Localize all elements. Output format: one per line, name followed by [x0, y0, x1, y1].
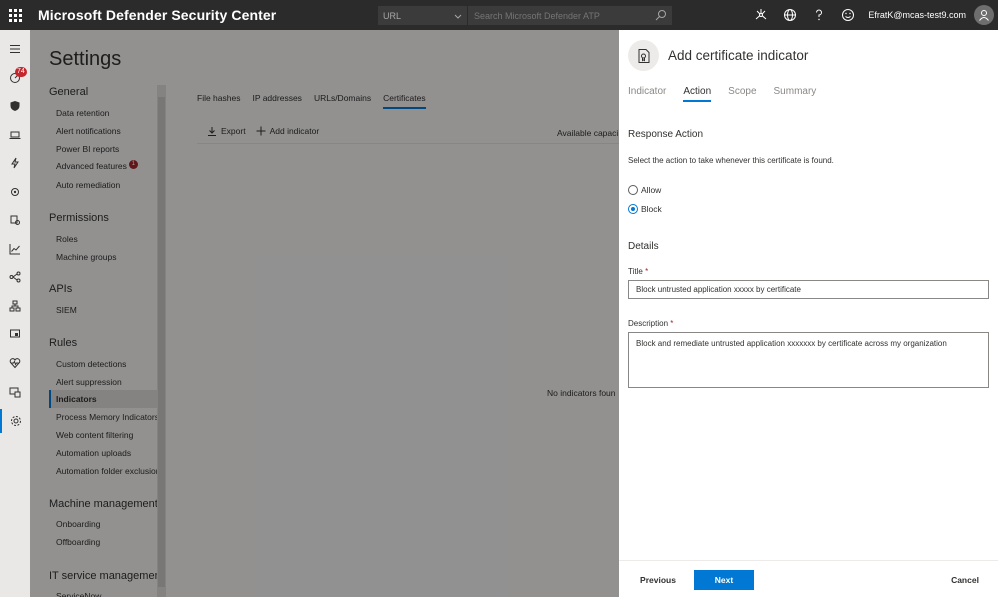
required-marker: * [645, 267, 649, 276]
rail-health[interactable] [0, 351, 30, 375]
rail-hunting[interactable] [0, 265, 30, 289]
top-right-icons: EfratK@mcas-test9.com [746, 0, 998, 30]
org-icon [9, 300, 21, 312]
search-scope-value: URL [383, 10, 402, 21]
menu-icon [10, 45, 20, 53]
community-button[interactable] [746, 0, 775, 30]
chevron-down-icon [454, 14, 462, 19]
next-button[interactable]: Next [694, 570, 754, 590]
settings-gear-icon [11, 416, 21, 426]
step-indicator[interactable]: Indicator [628, 86, 666, 102]
required-marker: * [670, 319, 674, 328]
lightning-icon [11, 157, 19, 169]
description-textarea[interactable]: Block and remediate untrusted applicatio… [628, 332, 989, 388]
rail-threat-analytics[interactable] [0, 180, 30, 204]
previous-button[interactable]: Previous [634, 570, 682, 590]
response-action-help: Select the action to take whenever this … [628, 156, 834, 165]
response-action-heading: Response Action [628, 129, 704, 140]
search-bar: URL [378, 6, 672, 25]
rail-dashboard[interactable]: 74 [0, 66, 30, 90]
description-field-label: Description * [628, 319, 673, 328]
user-icon [979, 10, 989, 21]
rail-partners[interactable] [0, 208, 30, 232]
step-summary[interactable]: Summary [774, 86, 817, 102]
eval-icon [9, 387, 21, 398]
rail-menu-button[interactable] [0, 37, 30, 61]
radio-button-block[interactable] [628, 204, 638, 214]
bug-icon [11, 188, 19, 196]
language-button[interactable] [775, 0, 804, 30]
step-scope[interactable]: Scope [728, 86, 756, 102]
radio-allow[interactable]: Allow [628, 185, 661, 195]
certificate-icon [628, 40, 659, 71]
heart-icon [9, 358, 21, 369]
feedback-button[interactable] [833, 0, 862, 30]
help-icon [815, 9, 822, 21]
radio-label-block: Block [641, 204, 662, 214]
top-bar: Microsoft Defender Security Center URL E… [0, 0, 998, 30]
search-icon[interactable] [654, 8, 668, 22]
rail-settings[interactable] [0, 409, 30, 433]
rail-configuration[interactable] [0, 294, 30, 318]
waffle-icon [8, 8, 22, 22]
wizard-steps: Indicator Action Scope Summary [628, 86, 833, 102]
notification-badge: 74 [15, 67, 27, 77]
app-launcher-button[interactable] [0, 0, 30, 30]
details-heading: Details [628, 241, 659, 252]
share-icon [9, 271, 21, 283]
help-button[interactable] [804, 0, 833, 30]
rail-evaluation[interactable] [0, 380, 30, 404]
rail-incidents[interactable] [0, 94, 30, 118]
rail-reports[interactable] [0, 237, 30, 261]
smiley-icon [841, 9, 854, 21]
rail-actions[interactable] [0, 151, 30, 175]
modal-overlay[interactable] [30, 30, 619, 597]
search-input[interactable] [468, 6, 672, 25]
rail-device-health[interactable] [0, 322, 30, 346]
cancel-button[interactable]: Cancel [944, 570, 986, 590]
title-label-text: Title [628, 267, 643, 276]
device-health-icon [10, 329, 20, 338]
user-account-name[interactable]: EfratK@mcas-test9.com [862, 10, 974, 20]
step-action[interactable]: Action [683, 86, 712, 102]
chart-icon [9, 244, 20, 255]
app-title[interactable]: Microsoft Defender Security Center [38, 7, 276, 23]
radio-button-allow[interactable] [628, 185, 638, 195]
shield-icon [10, 101, 20, 111]
search-scope-dropdown[interactable]: URL [378, 6, 468, 25]
community-icon [755, 9, 767, 20]
rail-machines[interactable] [0, 123, 30, 147]
panel-title: Add certificate indicator [668, 48, 809, 63]
navigation-rail: 74 [0, 30, 30, 597]
globe-icon [783, 9, 796, 21]
panel-footer-divider [619, 560, 998, 561]
radio-block[interactable]: Block [628, 204, 662, 214]
description-label-text: Description [628, 319, 669, 328]
title-field-label: Title * [628, 267, 648, 276]
radio-label-allow: Allow [641, 185, 662, 195]
laptop-icon [9, 131, 21, 139]
title-input[interactable] [628, 280, 989, 299]
avatar[interactable] [974, 5, 994, 25]
add-certificate-indicator-panel: Add certificate indicator Indicator Acti… [619, 30, 998, 597]
partners-icon [10, 215, 20, 225]
